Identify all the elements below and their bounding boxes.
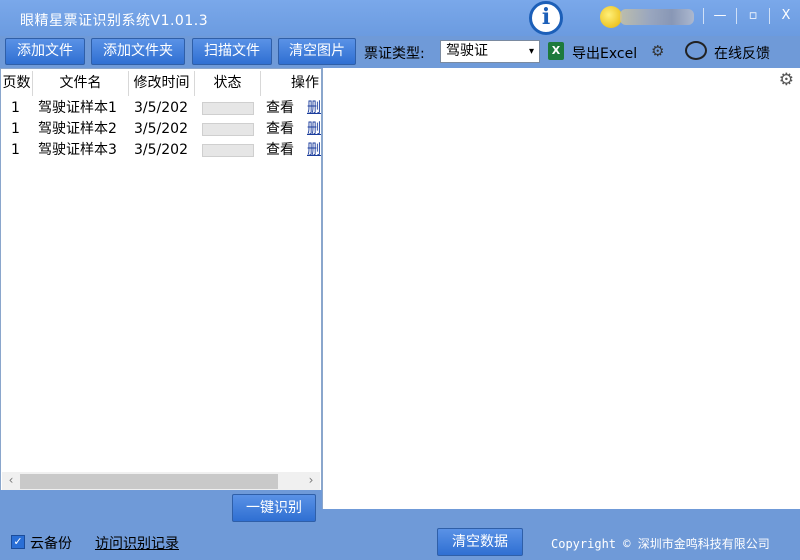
chevron-down-icon: ▾ xyxy=(528,46,534,57)
ticket-type-select[interactable]: 驾驶证 ▾ xyxy=(440,40,540,63)
cell-filename: 驾驶证样本1 xyxy=(38,100,117,116)
copyright-text: Copyright © 深圳市金鸣科技有限公司 xyxy=(551,537,770,551)
delete-link[interactable]: 删 xyxy=(307,140,321,161)
view-link[interactable]: 查看 xyxy=(266,119,294,140)
cloud-backup-checkbox[interactable]: ✓ xyxy=(11,535,25,549)
file-list-panel: 页数 文件名 修改时间 状态 操作 1 驾驶证样本1 3/5/202 查看 删 … xyxy=(0,68,322,524)
table-header: 页数 文件名 修改时间 状态 操作 xyxy=(1,71,321,96)
cell-filename: 驾驶证样本3 xyxy=(38,142,117,158)
ticket-type-value: 驾驶证 xyxy=(446,43,488,59)
column-header-filename[interactable]: 文件名 xyxy=(33,71,129,96)
excel-settings-gear-icon[interactable]: ⚙ xyxy=(651,42,664,60)
one-click-recognize-button[interactable]: 一键识别 xyxy=(232,494,316,522)
left-action-bar: 一键识别 xyxy=(0,490,322,524)
cell-modified: 3/5/202 xyxy=(134,121,188,137)
cell-filename: 驾驶证样本2 xyxy=(38,121,117,137)
chat-bubble-icon xyxy=(685,41,707,60)
preview-settings-gear-icon[interactable]: ⚙ xyxy=(779,70,794,90)
app-logo-icon: i xyxy=(529,1,563,35)
scan-file-button[interactable]: 扫描文件 xyxy=(192,38,272,65)
column-header-modified[interactable]: 修改时间 xyxy=(129,71,195,96)
status-bar: ✓ 云备份 访问识别记录 清空数据 Copyright © 深圳市金鸣科技有限公… xyxy=(0,524,800,560)
table-row[interactable]: 1 驾驶证样本1 3/5/202 查看 删 xyxy=(1,98,321,119)
close-button[interactable]: X xyxy=(776,6,796,26)
status-progress-bar xyxy=(202,123,254,136)
column-header-status[interactable]: 状态 xyxy=(195,71,261,96)
table-row[interactable]: 1 驾驶证样本2 3/5/202 查看 删 xyxy=(1,119,321,140)
divider xyxy=(703,8,704,24)
cell-page: 1 xyxy=(11,142,20,158)
status-progress-bar xyxy=(202,144,254,157)
history-link[interactable]: 访问识别记录 xyxy=(95,533,179,553)
window-controls: — ▫ X xyxy=(703,6,796,26)
username-blurred xyxy=(620,9,694,25)
cloud-backup-label[interactable]: 云备份 xyxy=(30,533,72,553)
clear-data-button[interactable]: 清空数据 xyxy=(437,528,523,556)
divider xyxy=(736,8,737,24)
cell-page: 1 xyxy=(11,100,20,116)
toolbar: 添加文件 添加文件夹 扫描文件 清空图片 票证类型: 驾驶证 ▾ X 导出Exc… xyxy=(0,36,800,68)
column-header-page[interactable]: 页数 xyxy=(1,71,33,96)
horizontal-scrollbar[interactable]: ‹ › xyxy=(2,472,320,491)
coin-icon xyxy=(600,6,622,28)
user-account[interactable] xyxy=(598,5,698,29)
clear-images-button[interactable]: 清空图片 xyxy=(278,38,356,65)
cell-modified: 3/5/202 xyxy=(134,100,188,116)
column-header-actions[interactable]: 操作 xyxy=(261,71,321,96)
add-folder-button[interactable]: 添加文件夹 xyxy=(91,38,185,65)
view-link[interactable]: 查看 xyxy=(266,98,294,119)
status-progress-bar xyxy=(202,102,254,115)
title-bar: 眼精星票证识别系统V1.01.3 i — ▫ X xyxy=(0,0,800,36)
add-file-button[interactable]: 添加文件 xyxy=(5,38,85,65)
cell-page: 1 xyxy=(11,121,20,137)
view-link[interactable]: 查看 xyxy=(266,140,294,161)
scroll-right-arrow-icon[interactable]: › xyxy=(303,473,319,487)
preview-panel: ⚙ xyxy=(322,68,800,509)
export-excel-button[interactable]: 导出Excel xyxy=(572,43,637,63)
divider xyxy=(769,8,770,24)
ticket-type-label: 票证类型: xyxy=(364,46,425,62)
minimize-button[interactable]: — xyxy=(710,6,730,26)
delete-link[interactable]: 删 xyxy=(307,119,321,140)
table-row[interactable]: 1 驾驶证样本3 3/5/202 查看 删 xyxy=(1,140,321,161)
scroll-left-arrow-icon[interactable]: ‹ xyxy=(3,473,19,487)
restore-button[interactable]: ▫ xyxy=(743,6,763,26)
app-title: 眼精星票证识别系统V1.01.3 xyxy=(20,13,209,29)
cell-modified: 3/5/202 xyxy=(134,142,188,158)
scrollbar-thumb[interactable] xyxy=(20,474,278,489)
excel-icon: X xyxy=(548,42,564,60)
delete-link[interactable]: 删 xyxy=(307,98,321,119)
online-feedback-button[interactable]: 在线反馈 xyxy=(714,43,770,63)
